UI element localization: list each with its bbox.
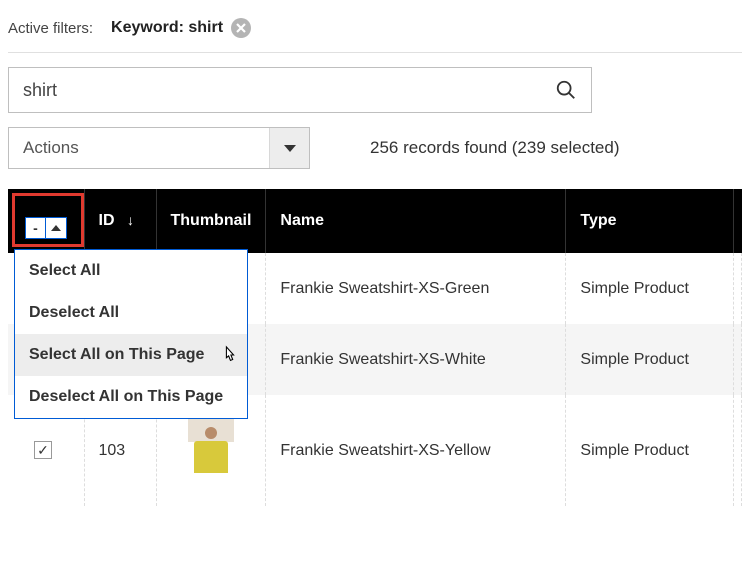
menu-item-deselect-page[interactable]: Deselect All on This Page — [15, 376, 247, 418]
actions-caret — [269, 128, 309, 168]
search-input[interactable] — [23, 80, 555, 101]
product-thumbnail — [188, 419, 234, 477]
cell-name: Frankie Sweatshirt-XS-Green — [266, 253, 566, 324]
column-header-id[interactable]: ID ↓ — [84, 189, 156, 253]
cell-edge — [734, 395, 742, 506]
active-filters-bar: Active filters: Keyword: shirt — [8, 18, 742, 53]
actions-label: Actions — [9, 128, 269, 168]
column-header-select: - Select All Deselect All Select All on … — [8, 189, 84, 253]
remove-filter-icon[interactable] — [231, 18, 251, 38]
actions-row: Actions 256 records found (239 selected) — [8, 127, 742, 169]
sort-descending-icon: ↓ — [127, 212, 134, 228]
search-row — [8, 67, 742, 113]
filter-chip-keyword: Keyword: shirt — [111, 18, 251, 38]
menu-item-select-all[interactable]: Select All — [15, 250, 247, 292]
row-select-checkbox[interactable] — [34, 441, 52, 459]
column-header-thumbnail[interactable]: Thumbnail — [156, 189, 266, 253]
grid-wrap: - Select All Deselect All Select All on … — [8, 189, 742, 506]
multiselect-caret — [46, 218, 66, 238]
cell-edge — [734, 253, 742, 324]
column-header-type[interactable]: Type — [566, 189, 734, 253]
multiselect-state-indicator: - — [26, 218, 47, 238]
column-header-name[interactable]: Name — [266, 189, 566, 253]
product-grid: - Select All Deselect All Select All on … — [8, 189, 742, 506]
multiselect-menu: Select All Deselect All Select All on Th… — [14, 249, 248, 419]
multiselect-toggle[interactable]: - — [25, 217, 67, 239]
chevron-up-icon — [51, 225, 61, 231]
cell-edge — [734, 324, 742, 395]
cell-type: Simple Product — [566, 395, 734, 506]
column-edge — [734, 189, 742, 253]
search-icon[interactable] — [555, 79, 577, 101]
cell-type: Simple Product — [566, 253, 734, 324]
records-found-label: 256 records found (239 selected) — [370, 138, 620, 158]
cell-name: Frankie Sweatshirt-XS-White — [266, 324, 566, 395]
actions-dropdown[interactable]: Actions — [8, 127, 310, 169]
menu-item-deselect-all[interactable]: Deselect All — [15, 292, 247, 334]
chevron-down-icon — [284, 145, 296, 152]
active-filters-label: Active filters: — [8, 20, 93, 37]
filter-chip-text: Keyword: shirt — [111, 19, 223, 37]
search-box — [8, 67, 592, 113]
menu-item-select-page[interactable]: Select All on This Page — [15, 334, 247, 376]
cell-type: Simple Product — [566, 324, 734, 395]
cell-name: Frankie Sweatshirt-XS-Yellow — [266, 395, 566, 506]
cursor-pointer-icon — [221, 344, 239, 366]
